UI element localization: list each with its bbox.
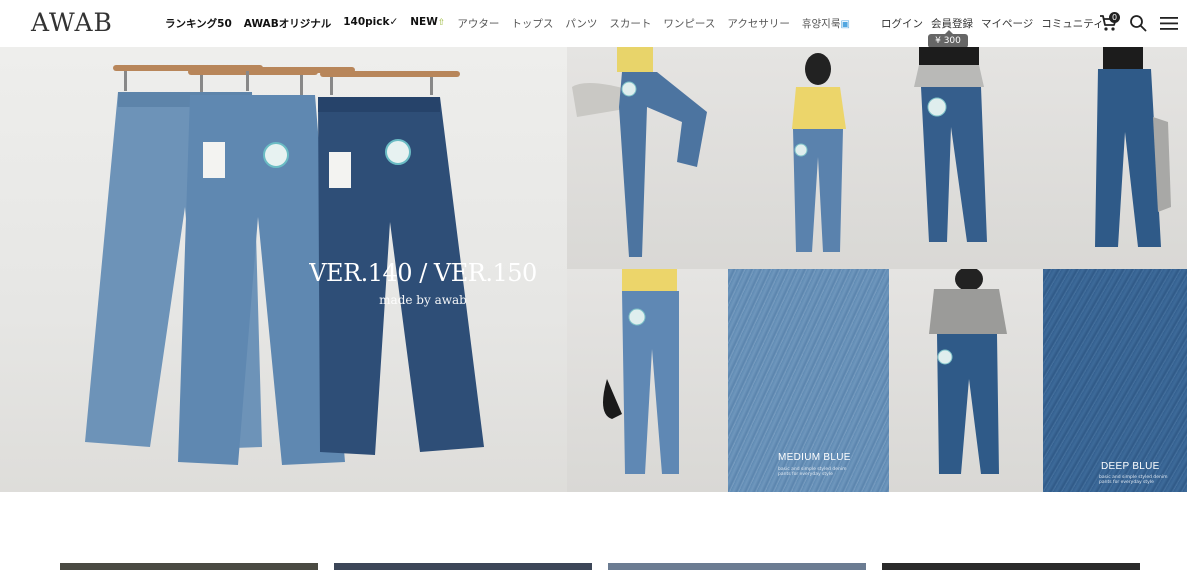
nav-resort[interactable]: 휴양지룩▣ bbox=[802, 16, 850, 31]
swatch-deep-blue-label: DEEP BLUE bbox=[1101, 461, 1160, 472]
nav-outer[interactable]: アウター bbox=[457, 16, 499, 31]
cart-count-badge: 0 bbox=[1109, 12, 1120, 23]
hero-product-image: VER.140 / VER.150 made by awab bbox=[0, 47, 567, 492]
nav-skirt[interactable]: スカート bbox=[609, 16, 651, 31]
nav-awab-original[interactable]: AWABオリジナル bbox=[244, 16, 331, 31]
nav-tops[interactable]: トップス bbox=[511, 16, 553, 31]
site-logo[interactable]: AWAB bbox=[31, 8, 113, 37]
nav-new-label: NEW bbox=[410, 16, 438, 28]
product-thumbnail[interactable] bbox=[608, 563, 866, 570]
login-link[interactable]: ログイン bbox=[881, 16, 923, 31]
nav-140pick[interactable]: 140pick✓ bbox=[343, 16, 398, 31]
nav-ranking[interactable]: ランキング50 bbox=[165, 16, 232, 31]
model-photo-back-view bbox=[1043, 47, 1187, 269]
swatch-medium-blue-label: MEDIUM BLUE bbox=[778, 452, 851, 463]
mypage-link[interactable]: マイページ bbox=[981, 16, 1033, 31]
model-photo-bag bbox=[567, 269, 728, 492]
sprout-icon: ⇧ bbox=[437, 18, 446, 28]
nav-new[interactable]: NEW⇧ bbox=[410, 16, 445, 31]
swatch-medium-blue-caption: basic and simple styled denim pants for … bbox=[778, 467, 847, 477]
model-photo-grey-sweater bbox=[889, 47, 1043, 269]
site-header: AWAB ランキング50 AWABオリジナル 140pick✓ NEW⇧ アウタ… bbox=[0, 0, 1200, 48]
community-link[interactable]: コミュニティ bbox=[1041, 16, 1103, 31]
signup-link[interactable]: 会員登録 bbox=[931, 16, 973, 31]
model-photo-grey-knit bbox=[889, 269, 1043, 492]
model-photo-yellow-top bbox=[728, 47, 889, 269]
nav-resort-label: 휴양지룩 bbox=[801, 18, 841, 30]
hamburger-menu-icon[interactable] bbox=[1160, 15, 1178, 31]
product-thumbnail[interactable] bbox=[60, 563, 318, 570]
swatch-medium-blue: MEDIUM BLUE basic and simple styled deni… bbox=[728, 269, 889, 492]
hero-photo-grid: MEDIUM BLUE basic and simple styled deni… bbox=[567, 47, 1187, 492]
main-nav: ランキング50 AWABオリジナル 140pick✓ NEW⇧ アウター トップ… bbox=[165, 16, 850, 31]
search-icon[interactable] bbox=[1129, 14, 1147, 32]
camper-icon: ▣ bbox=[840, 19, 850, 30]
signup-bonus-badge: ¥ 300 bbox=[928, 30, 968, 48]
nav-onepiece[interactable]: ワンピース bbox=[663, 16, 715, 31]
model-photo-sitting bbox=[567, 47, 728, 269]
product-thumbnail[interactable] bbox=[882, 563, 1140, 570]
nav-accessory[interactable]: アクセサリー bbox=[727, 16, 789, 31]
utility-nav: ログイン 会員登録 マイページ コミュニティ bbox=[881, 16, 1104, 31]
product-thumbnail[interactable] bbox=[334, 563, 592, 570]
nav-pants[interactable]: パンツ bbox=[565, 16, 597, 31]
swatch-deep-blue: DEEP BLUE basic and simple styled denim … bbox=[1043, 269, 1187, 492]
hero-banner[interactable]: VER.140 / VER.150 made by awab MEDIUM BL… bbox=[0, 47, 1187, 492]
swatch-deep-blue-caption: basic and simple styled denim pants for … bbox=[1099, 475, 1168, 485]
hanging-jeans-illustration bbox=[85, 65, 484, 465]
